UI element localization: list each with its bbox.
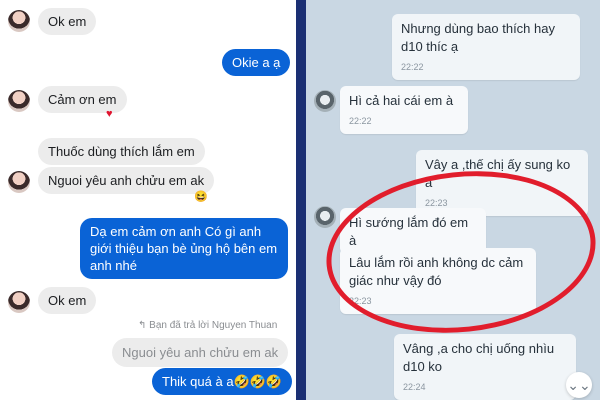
outgoing-sms[interactable]: Vâng ,a cho chị uống nhìu d10 ko 22:24	[394, 334, 576, 400]
sms-chat-panel: Nhưng dùng bao thích hay d10 thíc ạ 22:2…	[306, 0, 600, 400]
sms-text: Vâng ,a cho chị uống nhìu d10 ko	[403, 341, 555, 374]
incoming-message[interactable]: Ok em	[38, 8, 97, 35]
sms-time: 22:22	[401, 62, 424, 72]
laugh-reaction-icon[interactable]: 😆	[194, 190, 208, 203]
sms-time: 22:22	[349, 116, 372, 126]
scroll-down-icon[interactable]: ⌄⌄	[566, 372, 592, 398]
contact-avatar[interactable]	[8, 90, 30, 112]
contact-avatar[interactable]	[314, 206, 336, 228]
heart-reaction-icon[interactable]: ♥	[106, 108, 113, 120]
messenger-chat-panel: Ok em Okie a ạ Cảm ơn em ♥ Thuốc dùng th…	[0, 0, 296, 400]
incoming-message[interactable]: Thuốc dùng thích lắm em	[38, 138, 205, 165]
incoming-sms[interactable]: Hì cả hai cái em à 22:22	[340, 86, 468, 134]
sms-text: Nhưng dùng bao thích hay d10 thíc ạ	[401, 21, 555, 54]
contact-avatar[interactable]	[8, 291, 30, 313]
contact-avatar[interactable]	[8, 10, 30, 32]
contact-avatar[interactable]	[8, 171, 30, 193]
outgoing-message[interactable]: Dạ em cảm ơn anh Có gì anh giới thiệu bạ…	[80, 218, 288, 279]
incoming-message[interactable]: Cảm ơn em	[38, 86, 127, 113]
quoted-message[interactable]: Nguoi yêu anh chửu em ak	[112, 338, 289, 367]
incoming-message[interactable]: Ok em	[38, 287, 97, 314]
incoming-message[interactable]: Nguoi yêu anh chửu em ak	[38, 167, 215, 194]
contact-avatar[interactable]	[314, 90, 336, 112]
sms-time: 22:24	[403, 382, 426, 392]
sms-text: Hì cả hai cái em à	[349, 93, 454, 108]
outgoing-sms[interactable]: Nhưng dùng bao thích hay d10 thíc ạ 22:2…	[392, 14, 580, 80]
outgoing-message[interactable]: Okie a ạ	[222, 49, 291, 76]
panel-divider	[296, 0, 306, 400]
reply-note: ↰ Bạn đã trả lời Nguyen Thuan	[138, 320, 278, 331]
outgoing-message[interactable]: Thik quá à a🤣🤣🤣	[152, 368, 293, 395]
